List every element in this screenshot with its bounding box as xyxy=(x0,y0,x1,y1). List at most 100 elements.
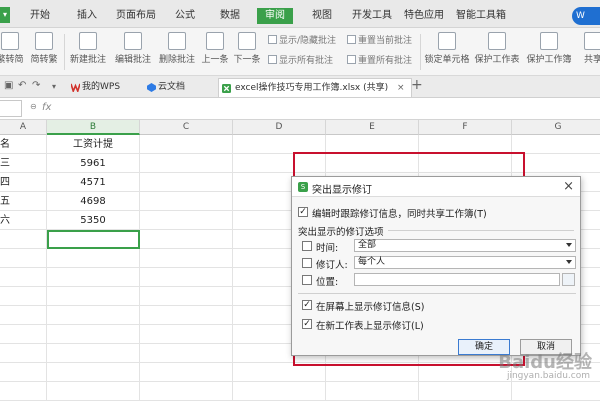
column-header-e[interactable]: E xyxy=(326,120,419,135)
redo-icon[interactable]: ↷ xyxy=(32,80,40,91)
trad-to-simp-label: 繁转简 xyxy=(0,55,24,65)
lock-icon xyxy=(438,32,456,50)
tab-active-workbook[interactable]: excel操作技巧专用工作簿.xlsx (共享) × xyxy=(218,78,412,97)
protect-sheet-label: 保护工作表 xyxy=(474,55,520,65)
header-cell-name[interactable]: 名 xyxy=(0,135,47,154)
track-changes-checkbox[interactable]: ✓ xyxy=(298,207,308,217)
edit-comment-icon xyxy=(124,32,142,50)
ribbon-separator xyxy=(420,34,421,70)
zoom-icon[interactable]: ⊖ xyxy=(30,102,37,111)
simp-to-trad-button[interactable]: 简转繁 xyxy=(28,30,60,74)
location-input[interactable] xyxy=(354,273,560,286)
next-comment-button[interactable]: 下一条 xyxy=(232,30,262,74)
spreadsheet-icon: S xyxy=(298,182,308,192)
trad-to-simp-button[interactable]: 繁转简 xyxy=(0,30,26,74)
show-on-screen-checkbox[interactable]: ✓ xyxy=(302,300,312,310)
menu-tab-home[interactable]: 开始 xyxy=(30,8,50,24)
menu-tab-data[interactable]: 数据 xyxy=(220,8,240,24)
show-hide-comment-button[interactable]: 显示/隐藏批注 xyxy=(268,35,336,47)
reset-all-comments-button[interactable]: 重置所有批注 xyxy=(347,55,412,67)
column-header-b[interactable]: B xyxy=(47,120,140,135)
delete-comment-label: 删除批注 xyxy=(158,55,195,65)
undo-icon[interactable]: ↶ xyxy=(18,80,26,91)
document-tabs-bar: ▣ ↶ ↷ ▾ 我的WPS 云文档 excel操作技巧专用工作簿.xlsx (共… xyxy=(0,76,600,98)
lock-cell-button[interactable]: 锁定单元格 xyxy=(424,30,470,74)
protect-workbook-label: 保护工作簿 xyxy=(526,55,572,65)
save-icon[interactable]: ▣ xyxy=(4,80,13,91)
account-badge[interactable]: W xyxy=(572,7,600,25)
column-header-g[interactable]: G xyxy=(512,120,600,135)
new-comment-icon xyxy=(79,32,97,50)
comment-icon xyxy=(268,35,277,44)
column-header-a[interactable]: A xyxy=(0,120,47,135)
reviser-checkbox[interactable] xyxy=(302,258,312,268)
new-comment-button[interactable]: 新建批注 xyxy=(68,30,108,74)
edit-comment-button[interactable]: 编辑批注 xyxy=(113,30,153,74)
lock-cell-label: 锁定单元格 xyxy=(424,55,470,65)
name-box[interactable] xyxy=(0,100,22,117)
cell-name[interactable]: 五 xyxy=(0,192,47,211)
location-label: 位置: xyxy=(316,277,339,288)
delete-comment-icon xyxy=(168,32,186,50)
menu-tab-page-layout[interactable]: 页面布局 xyxy=(116,8,156,24)
add-tab-button[interactable]: + xyxy=(411,77,423,93)
next-comment-label: 下一条 xyxy=(233,55,261,65)
prev-comment-button[interactable]: 上一条 xyxy=(200,30,230,74)
menu-tab-formulas[interactable]: 公式 xyxy=(175,8,195,24)
cell-salary[interactable]: 4698 xyxy=(47,192,140,211)
menu-tab-special[interactable]: 特色应用 xyxy=(404,8,444,24)
cell-salary[interactable]: 5961 xyxy=(47,154,140,173)
close-tab-icon[interactable]: × xyxy=(397,83,405,93)
menu-tab-insert[interactable]: 插入 xyxy=(77,8,97,24)
new-comment-label: 新建批注 xyxy=(69,55,106,65)
next-icon xyxy=(238,32,256,50)
chevron-down-icon[interactable]: ▾ xyxy=(52,82,56,91)
column-header-c[interactable]: C xyxy=(140,120,233,135)
close-icon[interactable]: × xyxy=(563,179,574,194)
protect-workbook-button[interactable]: 保护工作簿 xyxy=(526,30,572,74)
time-checkbox[interactable] xyxy=(302,241,312,251)
menu-tab-view[interactable]: 视图 xyxy=(312,8,332,24)
options-section-label: 突出显示的修订选项 xyxy=(298,227,384,238)
tab-cloud-docs[interactable]: 云文档 xyxy=(144,78,185,97)
list-new-sheet-checkbox[interactable]: ✓ xyxy=(302,319,312,329)
cloud-icon xyxy=(147,83,156,92)
header-cell-salary[interactable]: 工资计提 xyxy=(47,135,140,154)
active-cell[interactable] xyxy=(47,230,140,249)
app-menu-button[interactable]: ▾ xyxy=(0,7,10,23)
cell-name[interactable]: 三 xyxy=(0,154,47,173)
cell-salary[interactable]: 5350 xyxy=(47,211,140,230)
edit-comment-label: 编辑批注 xyxy=(114,55,151,65)
menu-tab-developer[interactable]: 开发工具 xyxy=(352,8,392,24)
location-checkbox[interactable] xyxy=(302,275,312,285)
shield-icon xyxy=(488,32,506,50)
tab-cloud-docs-label: 云文档 xyxy=(158,82,186,92)
chevron-down-icon xyxy=(566,243,572,247)
watermark-url: jingyan.baidu.com xyxy=(506,371,590,381)
menu-tab-toolbox[interactable]: 智能工具箱 xyxy=(456,8,506,24)
cell-name[interactable]: 四 xyxy=(0,173,47,192)
show-all-comments-button[interactable]: 显示所有批注 xyxy=(268,55,333,67)
reviser-select[interactable]: 每个人 xyxy=(354,256,576,269)
reviser-label: 修订人: xyxy=(316,260,348,271)
wps-logo-icon xyxy=(71,83,80,92)
delete-comment-button[interactable]: 删除批注 xyxy=(157,30,197,74)
menu-tab-review[interactable]: 审阅 xyxy=(257,8,293,24)
show-on-screen-label: 在屏幕上显示修订信息(S) xyxy=(316,302,425,313)
cell-salary[interactable]: 4571 xyxy=(47,173,140,192)
cell-name[interactable]: 六 xyxy=(0,211,47,230)
column-header-f[interactable]: F xyxy=(419,120,512,135)
reset-current-comment-button[interactable]: 重置当前批注 xyxy=(347,35,412,47)
time-select[interactable]: 全部 xyxy=(354,239,576,252)
convert-icon xyxy=(35,32,53,50)
range-picker-icon[interactable] xyxy=(562,273,575,286)
fx-icon[interactable]: fx xyxy=(42,102,51,113)
time-select-value: 全部 xyxy=(358,240,377,250)
section-divider xyxy=(388,230,574,231)
show-all-comments-label: 显示所有批注 xyxy=(279,56,334,66)
tab-my-wps[interactable]: 我的WPS xyxy=(68,78,120,97)
share-workbook-button[interactable]: 共享 xyxy=(578,30,600,74)
highlight-changes-dialog: S 突出显示修订 × ✓ 编辑时跟踪修订信息，同时共享工作簿(T) 突出显示的修… xyxy=(291,176,581,356)
column-header-d[interactable]: D xyxy=(233,120,326,135)
protect-sheet-button[interactable]: 保护工作表 xyxy=(474,30,520,74)
